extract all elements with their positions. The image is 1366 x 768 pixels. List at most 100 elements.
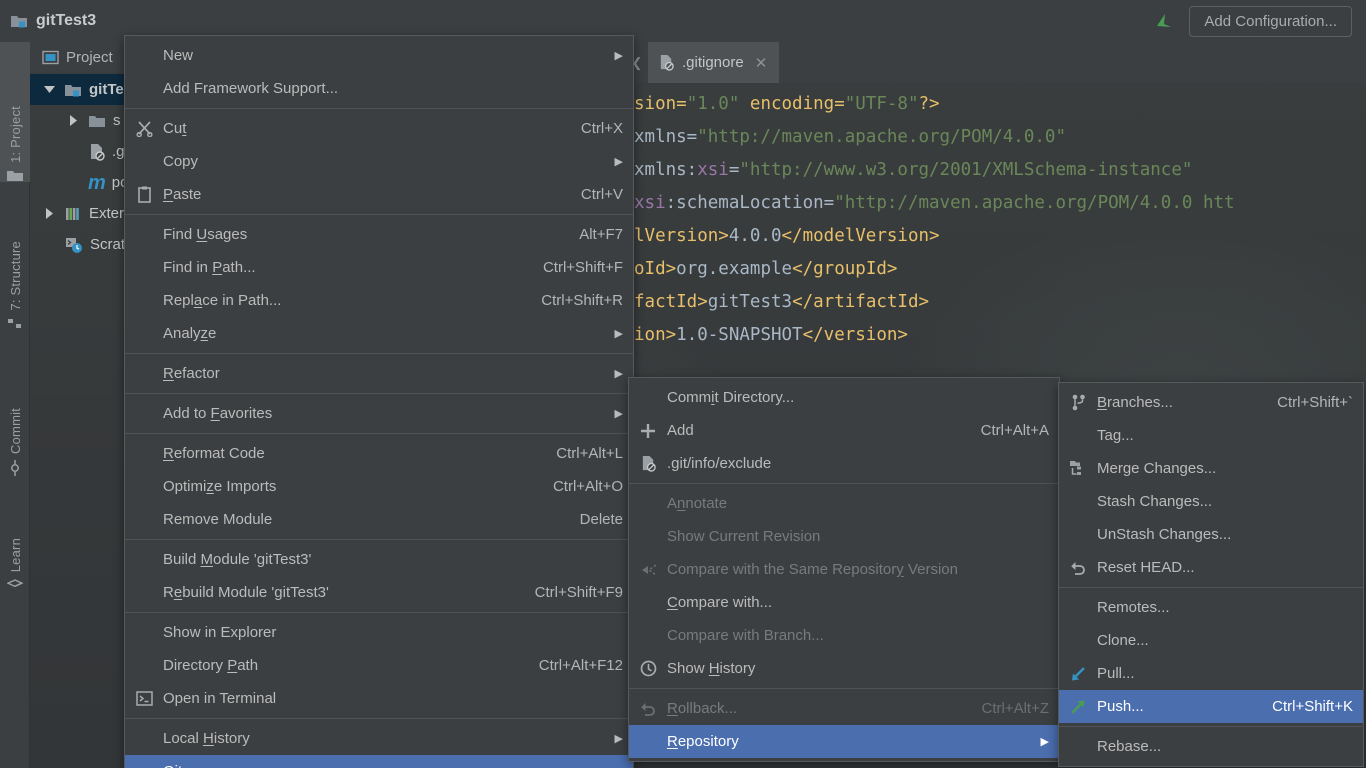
sidebar-item-structure[interactable]: 7: Structure xyxy=(0,190,30,330)
menu-item-label: Directory Path xyxy=(163,657,259,674)
pull-arrow-icon xyxy=(1059,665,1097,683)
editor-tab-gitignore[interactable]: .gitignore ✕ xyxy=(648,42,780,83)
code-line: xmlns:xsi="http://www.w3.org/2001/XMLSch… xyxy=(634,160,1193,180)
menu-separator xyxy=(125,353,633,354)
sidebar-item-project-label: 1: Project xyxy=(7,106,23,163)
repo-menu-item-remotes[interactable]: Remotes... xyxy=(1059,591,1363,624)
menu-item-find-usages[interactable]: Find Usages Alt+F7 xyxy=(125,218,633,251)
menu-item-cut[interactable]: Cut Ctrl+X xyxy=(125,112,633,145)
repo-menu-item-merge-changes[interactable]: Merge Changes... xyxy=(1059,452,1363,485)
project-view-icon xyxy=(42,50,59,65)
repo-menu-item-reset-head[interactable]: Reset HEAD... xyxy=(1059,551,1363,584)
green-arrow-icon[interactable] xyxy=(1151,8,1177,34)
chevron-down-icon[interactable] xyxy=(40,85,58,94)
menu-separator xyxy=(125,539,633,540)
git-menu-item-git-info-exclude[interactable]: .git/info/exclude xyxy=(629,447,1059,480)
menu-item-shortcut: Ctrl+Alt+A xyxy=(980,422,1049,439)
menu-item-label: Rebuild Module 'gitTest3' xyxy=(163,584,329,601)
compare-arrow-icon xyxy=(629,563,667,577)
repo-menu-item-pull[interactable]: Pull... xyxy=(1059,657,1363,690)
sidebar-item-learn-label: Learn xyxy=(7,537,23,572)
git-menu-item-add[interactable]: Add Ctrl+Alt+A xyxy=(629,414,1059,447)
libraries-icon xyxy=(64,206,83,222)
menu-item-replace-in-path[interactable]: Replace in Path... Ctrl+Shift+R xyxy=(125,284,633,317)
menu-item-remove-module[interactable]: Remove Module Delete xyxy=(125,503,633,536)
menu-item-build-module-gittest3[interactable]: Build Module 'gitTest3' xyxy=(125,543,633,576)
menu-item-label: Branches... xyxy=(1097,394,1173,411)
menu-item-copy[interactable]: Copy ▶ xyxy=(125,145,633,178)
context-menu-main: New ▶ Add Framework Support... Cut Ctrl+X Cop… xyxy=(124,35,634,768)
menu-item-add-framework-support[interactable]: Add Framework Support... xyxy=(125,72,633,105)
code-line: ion>1.0-SNAPSHOT</version> xyxy=(634,325,908,345)
menu-item-refactor[interactable]: Refactor ▶ xyxy=(125,357,633,390)
code-line: sion="1.0" encoding="UTF-8"?> xyxy=(634,94,940,114)
context-menu-repository: Branches... Ctrl+Shift+` Tag... Merge Chang… xyxy=(1058,382,1364,767)
git-menu-item-show-current-revision: Show Current Revision xyxy=(629,520,1059,553)
menu-item-find-in-path[interactable]: Find in Path... Ctrl+Shift+F xyxy=(125,251,633,284)
repo-menu-item-unstash-changes[interactable]: UnStash Changes... xyxy=(1059,518,1363,551)
chevron-right-icon[interactable] xyxy=(64,115,82,126)
menu-item-directory-path[interactable]: Directory Path Ctrl+Alt+F12 xyxy=(125,649,633,682)
project-title: gitTest3 xyxy=(10,12,96,30)
undo-icon xyxy=(629,701,667,717)
menu-item-show-in-explorer[interactable]: Show in Explorer xyxy=(125,616,633,649)
push-arrow-icon xyxy=(1059,698,1097,716)
tree-node-label: s xyxy=(113,112,121,129)
menu-item-analyze[interactable]: Analyze ▶ xyxy=(125,317,633,350)
menu-item-new[interactable]: New ▶ xyxy=(125,39,633,72)
code-line: oId>org.example</groupId> xyxy=(634,259,898,279)
menu-item-label: Show in Explorer xyxy=(163,624,277,641)
chevron-right-icon[interactable] xyxy=(40,208,58,219)
submenu-arrow-icon: ▶ xyxy=(614,50,623,62)
menu-item-label: Clone... xyxy=(1097,632,1149,649)
repo-menu-item-rebase[interactable]: Rebase... xyxy=(1059,730,1363,763)
menu-item-shortcut: Ctrl+Alt+L xyxy=(556,445,623,462)
add-configuration-button[interactable]: Add Configuration... xyxy=(1189,5,1352,37)
menu-item-label: Compare with the Same Repository Version xyxy=(667,561,958,578)
git-menu-item-compare-with[interactable]: Compare with... xyxy=(629,586,1059,619)
menu-item-local-history[interactable]: Local History ▶ xyxy=(125,722,633,755)
menu-item-reformat-code[interactable]: Reformat Code Ctrl+Alt+L xyxy=(125,437,633,470)
menu-item-shortcut: Ctrl+X xyxy=(580,120,623,137)
sidebar-item-learn[interactable]: Learn xyxy=(0,492,30,592)
menu-item-label: Rollback... xyxy=(667,700,738,717)
menu-item-label: Replace in Path... xyxy=(163,292,282,309)
project-folder-icon xyxy=(7,169,23,182)
menu-item-open-in-terminal[interactable]: Open in Terminal xyxy=(125,682,633,715)
menu-item-shortcut: Ctrl+V xyxy=(580,186,623,203)
menu-item-optimize-imports[interactable]: Optimize Imports Ctrl+Alt+O xyxy=(125,470,633,503)
menu-separator xyxy=(125,718,633,719)
menu-item-label: Add to Favorites xyxy=(163,405,273,422)
code-editor-content[interactable]: sion="1.0" encoding="UTF-8"?> xmlns="http… xyxy=(626,83,1366,352)
menu-item-shortcut: Alt+F7 xyxy=(579,226,623,243)
project-panel-header-label: Project xyxy=(66,48,113,66)
repo-menu-item-tag[interactable]: Tag... xyxy=(1059,419,1363,452)
menu-item-label: Reset HEAD... xyxy=(1097,559,1195,576)
repo-menu-item-branches[interactable]: Branches... Ctrl+Shift+` xyxy=(1059,386,1363,419)
git-menu-item-annotate: Annotate xyxy=(629,487,1059,520)
menu-item-git[interactable]: Git▶ xyxy=(125,755,633,768)
left-tool-window-strip: 1: Project 7: Structure Commit Learn xyxy=(0,42,30,768)
menu-item-add-to-favorites[interactable]: Add to Favorites ▶ xyxy=(125,397,633,430)
folder-icon xyxy=(88,113,107,129)
repo-menu-item-clone[interactable]: Clone... xyxy=(1059,624,1363,657)
menu-separator xyxy=(125,433,633,434)
menu-item-label: Analyze xyxy=(163,325,217,342)
menu-item-shortcut: Ctrl+Alt+O xyxy=(552,478,623,495)
menu-item-label: Open in Terminal xyxy=(163,690,277,707)
git-menu-item-repository[interactable]: Repository ▶ xyxy=(629,725,1059,758)
close-icon[interactable]: ✕ xyxy=(755,54,768,72)
menu-item-label: UnStash Changes... xyxy=(1097,526,1232,543)
submenu-arrow-icon: ▶ xyxy=(614,368,623,380)
git-menu-item-show-history[interactable]: Show History xyxy=(629,652,1059,685)
menu-item-label: Merge Changes... xyxy=(1097,460,1217,477)
menu-item-paste[interactable]: Paste Ctrl+V xyxy=(125,178,633,211)
repo-menu-item-push[interactable]: Push... Ctrl+Shift+K xyxy=(1059,690,1363,723)
sidebar-item-project[interactable]: 1: Project xyxy=(0,42,30,182)
editor-tabbar: ❮ .gitignore ✕ xyxy=(626,42,1366,83)
menu-item-label: Annotate xyxy=(667,495,728,512)
repo-menu-item-stash-changes[interactable]: Stash Changes... xyxy=(1059,485,1363,518)
git-menu-item-commit-directory[interactable]: Commit Directory... xyxy=(629,381,1059,414)
menu-item-rebuild-module-gittest3[interactable]: Rebuild Module 'gitTest3' Ctrl+Shift+F9 xyxy=(125,576,633,609)
sidebar-item-commit[interactable]: Commit xyxy=(0,366,30,476)
